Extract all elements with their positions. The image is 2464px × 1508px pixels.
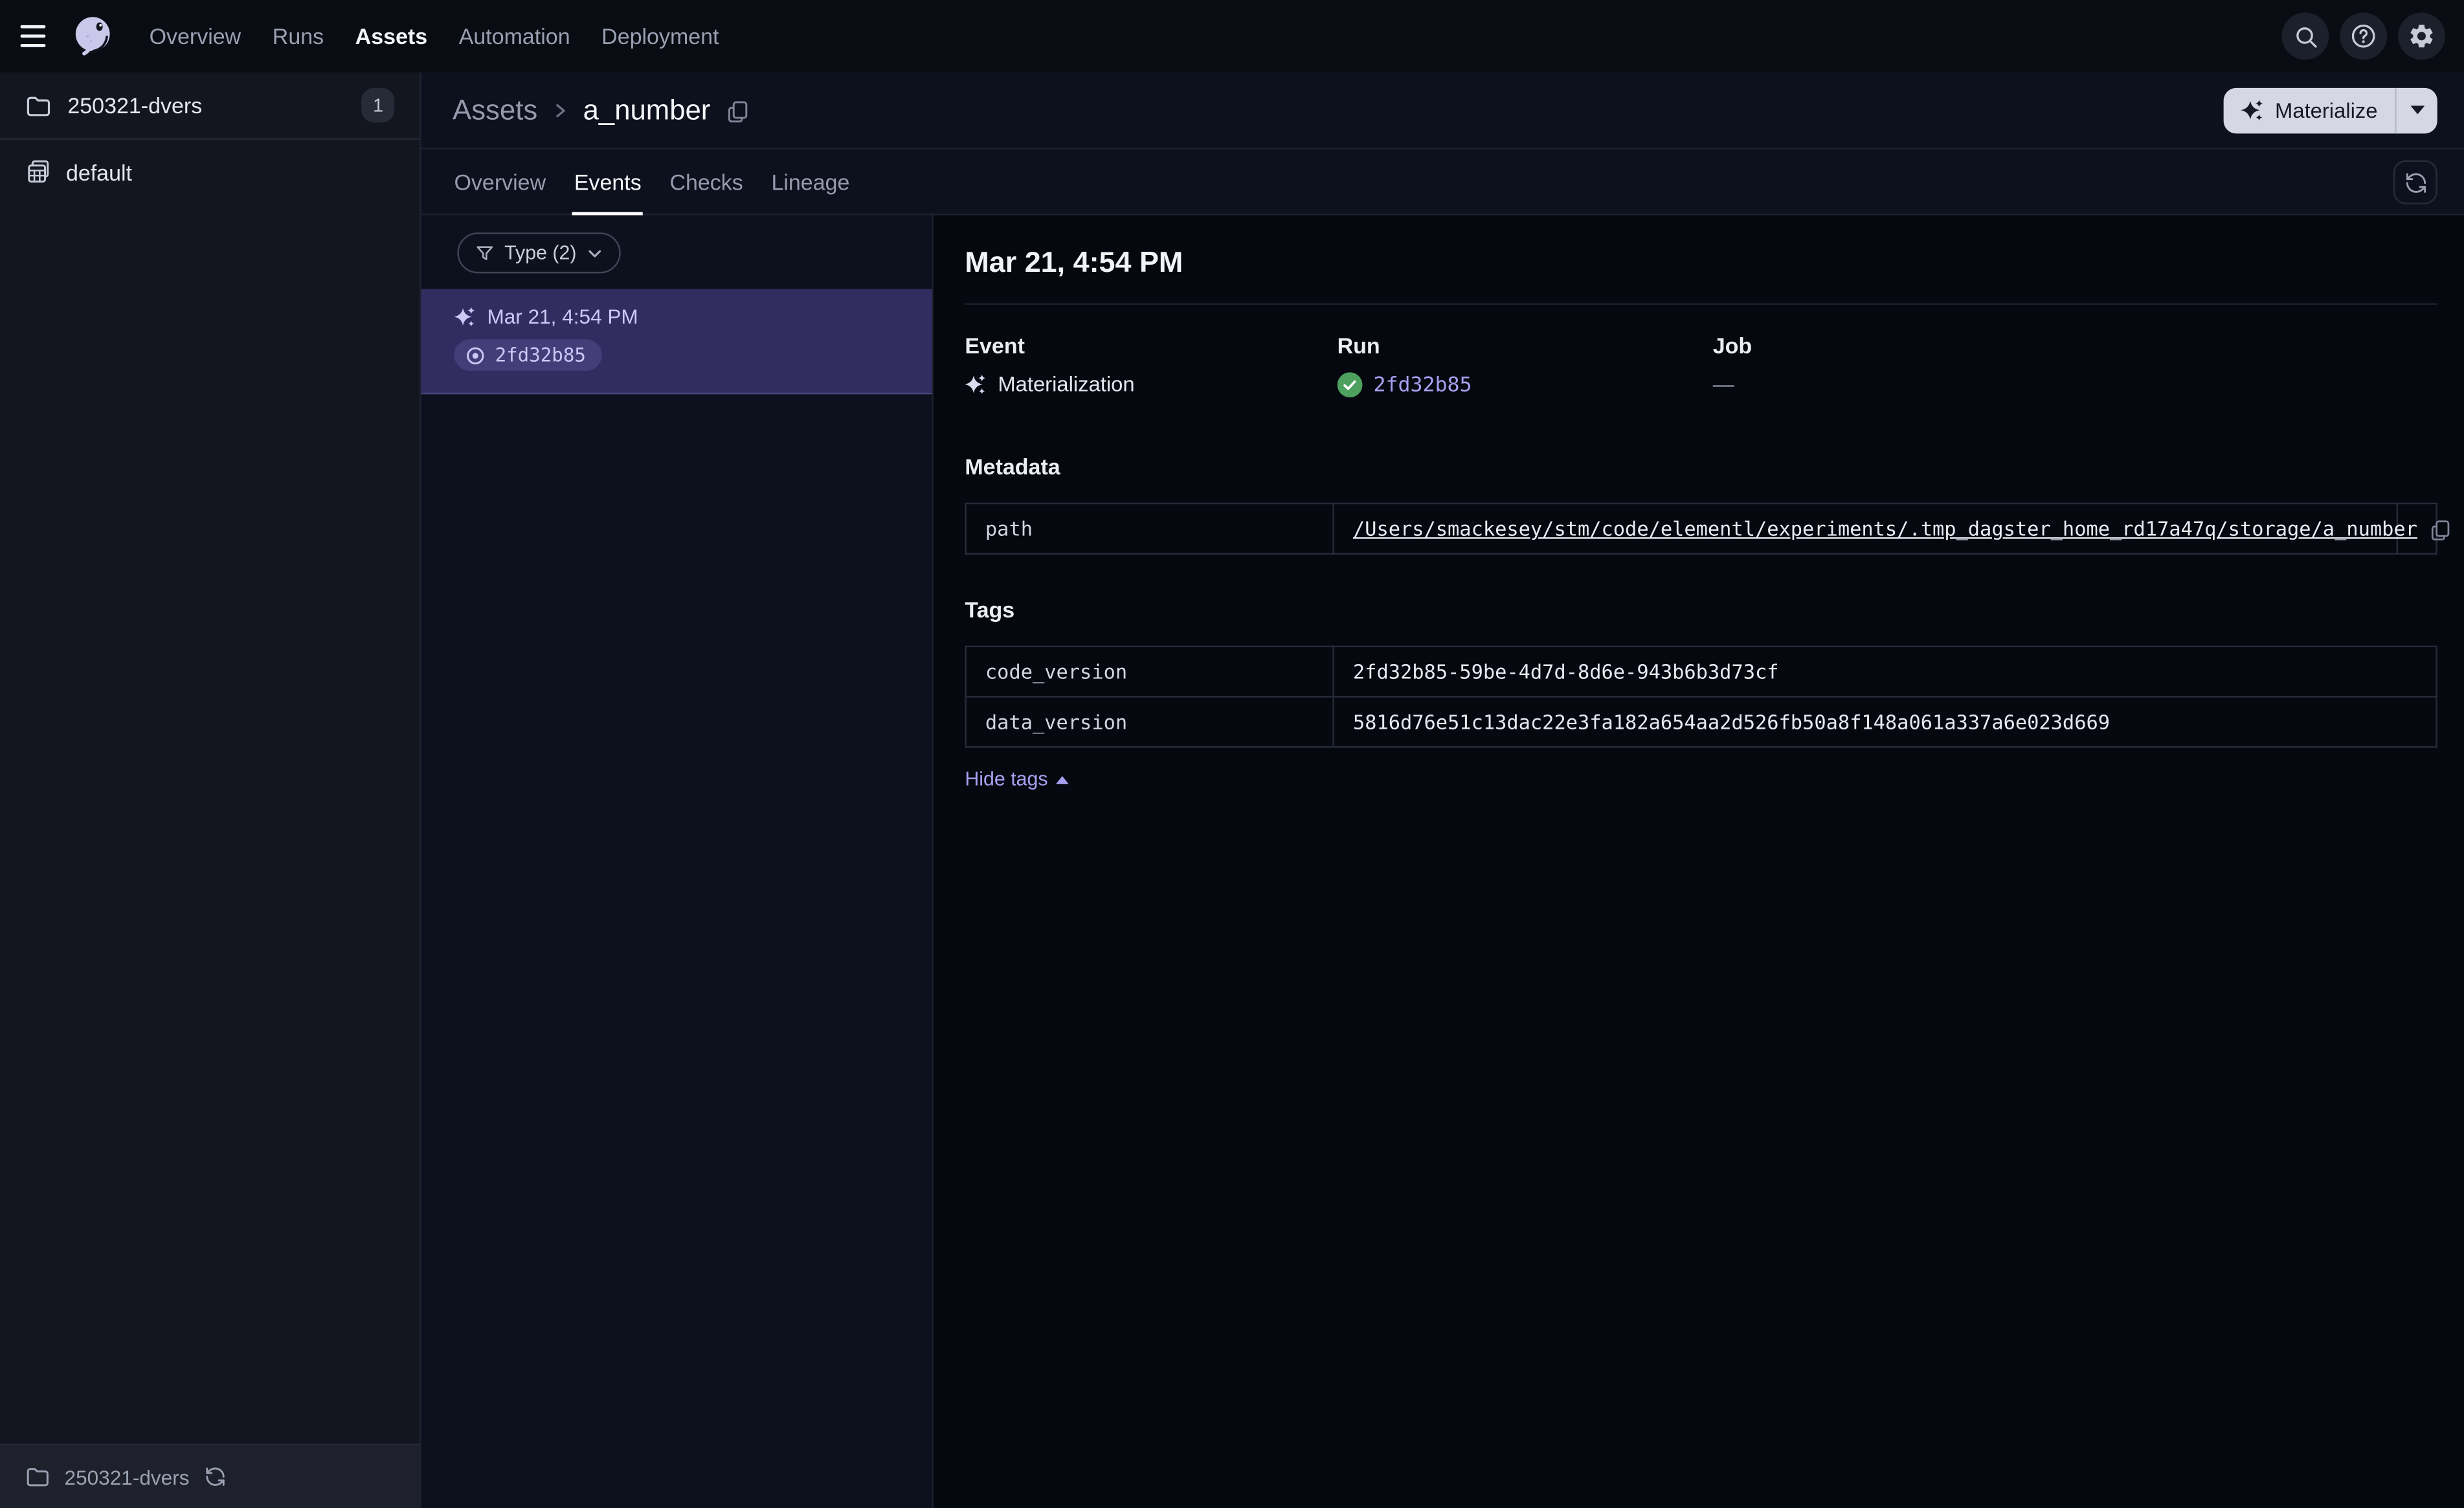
breadcrumb-assets-link[interactable]: Assets xyxy=(453,93,537,126)
event-type-value: Materialization xyxy=(998,372,1135,396)
folder-icon xyxy=(25,92,52,118)
metadata-section: Metadata path /Users/smackesey/stm/code/… xyxy=(965,454,2450,555)
tab-checks[interactable]: Checks xyxy=(668,150,745,214)
tags-table: code_version 2fd32b85-59be-4d7d-8d6e-943… xyxy=(965,645,2437,748)
event-list-panel: Type (2) Mar 21, 4:54 PM 2fd32b85 xyxy=(421,215,934,1508)
tab-lineage[interactable]: Lineage xyxy=(770,150,851,214)
page-title: a_number xyxy=(583,93,711,125)
materialization-sparkle-icon xyxy=(454,305,476,327)
sidebar-group-label: 250321-dvers xyxy=(67,93,203,118)
run-id-pill[interactable]: 2fd32b85 xyxy=(454,339,602,371)
tab-overview[interactable]: Overview xyxy=(453,150,548,214)
tab-events[interactable]: Events xyxy=(572,150,643,216)
nav-item-runs[interactable]: Runs xyxy=(268,17,329,55)
top-nav: Overview Runs Assets Automation Deployme… xyxy=(0,0,2464,72)
sparkle-icon xyxy=(2240,98,2264,122)
copy-path-icon[interactable] xyxy=(2430,518,2452,540)
event-detail: Mar 21, 4:54 PM Event Materialization Ru… xyxy=(933,215,2464,1508)
nav-item-assets[interactable]: Assets xyxy=(350,17,432,55)
hide-tags-button[interactable]: Hide tags xyxy=(965,768,1069,790)
tags-section: Tags code_version 2fd32b85-59be-4d7d-8d6… xyxy=(965,597,2437,793)
chevron-down-icon xyxy=(586,244,603,261)
table-row: data_version 5816d76e51c13dac22e3fa182a6… xyxy=(965,696,2437,748)
table-row: path /Users/smackesey/stm/code/elementl/… xyxy=(965,502,2450,555)
nav-item-deployment[interactable]: Deployment xyxy=(597,17,724,55)
tag-key: code_version xyxy=(965,645,1334,698)
run-column-header: Run xyxy=(1337,333,1380,359)
materialize-dropdown-button[interactable] xyxy=(2397,87,2437,133)
metadata-heading: Metadata xyxy=(965,454,1060,480)
divider xyxy=(965,303,2437,305)
primary-nav: Overview Runs Assets Automation Deployme… xyxy=(144,17,723,55)
asset-catalog-sidebar: 250321-dvers 1 default 250321-dvers xyxy=(0,72,421,1508)
nav-actions xyxy=(2281,12,2445,60)
search-icon[interactable] xyxy=(2281,12,2329,60)
materialize-button[interactable]: Materialize xyxy=(2223,87,2437,133)
code-location-label: 250321-dvers xyxy=(64,1465,190,1489)
nav-item-overview[interactable]: Overview xyxy=(144,17,245,55)
type-filter-button[interactable]: Type (2) xyxy=(457,232,621,274)
job-column-header: Job xyxy=(1712,333,1753,359)
run-id-link[interactable]: 2fd32b85 xyxy=(1373,373,1472,396)
table-row: code_version 2fd32b85-59be-4d7d-8d6e-943… xyxy=(965,645,2437,698)
menu-icon[interactable] xyxy=(20,21,52,52)
asset-count-badge: 1 xyxy=(362,87,395,123)
code-location-footer[interactable]: 250321-dvers xyxy=(0,1443,420,1508)
event-column-header: Event xyxy=(965,333,1025,359)
materialize-label: Materialize xyxy=(2275,98,2378,122)
caret-up-icon xyxy=(1055,775,1069,784)
tag-value: 2fd32b85-59be-4d7d-8d6e-943b6b3d73cf xyxy=(1332,645,2437,698)
run-pill-id: 2fd32b85 xyxy=(495,344,586,366)
metadata-path-link[interactable]: /Users/smackesey/stm/code/elementl/exper… xyxy=(1353,517,2417,540)
hide-tags-label: Hide tags xyxy=(965,768,1048,790)
gear-icon[interactable] xyxy=(2398,12,2445,60)
app-window: Overview Runs Assets Automation Deployme… xyxy=(0,0,2464,1508)
reload-location-icon[interactable] xyxy=(203,1466,225,1488)
sidebar-item-group[interactable]: 250321-dvers 1 xyxy=(0,72,420,140)
asset-group-icon xyxy=(25,159,52,185)
success-icon xyxy=(1337,372,1363,398)
job-value: — xyxy=(1712,372,1734,396)
run-status-icon xyxy=(465,345,486,366)
metadata-key: path xyxy=(965,502,1334,555)
materialize-main[interactable]: Materialize xyxy=(2223,87,2395,133)
type-filter-label: Type (2) xyxy=(504,241,577,264)
tag-value: 5816d76e51c13dac22e3fa182a654aa2d526fb50… xyxy=(1332,696,2437,748)
help-icon[interactable] xyxy=(2340,12,2388,60)
event-list-item[interactable]: Mar 21, 4:54 PM 2fd32b85 xyxy=(421,289,932,394)
copy-asset-name-icon[interactable] xyxy=(726,98,750,122)
sidebar-default-label: default xyxy=(65,159,133,185)
asset-tabs: Overview Events Checks Lineage xyxy=(421,150,2464,216)
event-timestamp: Mar 21, 4:54 PM xyxy=(487,304,638,329)
materialization-sparkle-icon xyxy=(965,373,987,395)
metadata-table: path /Users/smackesey/stm/code/elementl/… xyxy=(965,502,2450,555)
refresh-icon[interactable] xyxy=(2393,160,2437,205)
tags-heading: Tags xyxy=(965,597,1015,623)
nav-item-automation[interactable]: Automation xyxy=(454,17,574,55)
sidebar-item-default[interactable]: default xyxy=(0,140,420,205)
breadcrumb: Assets a_number Materialize xyxy=(421,72,2464,150)
dagster-logo[interactable] xyxy=(69,12,117,60)
event-detail-title: Mar 21, 4:54 PM xyxy=(965,245,1183,278)
folder-icon xyxy=(25,1464,50,1489)
tag-key: data_version xyxy=(965,696,1334,748)
chevron-right-icon xyxy=(552,102,569,119)
filter-icon xyxy=(475,243,495,263)
